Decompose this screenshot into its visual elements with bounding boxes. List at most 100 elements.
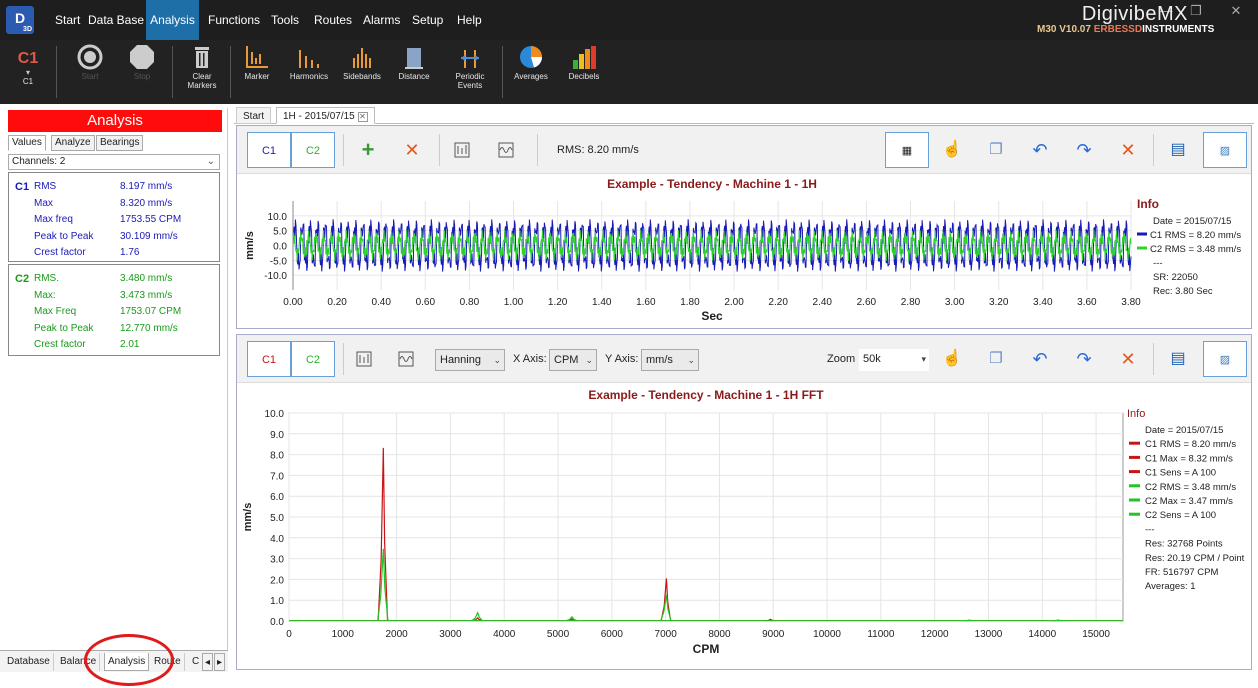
menu-tools[interactable]: Tools — [265, 0, 305, 40]
table-view-icon[interactable]: ▦ — [885, 132, 929, 168]
x-tick-label: 1000 — [332, 629, 355, 640]
tab-analyze[interactable]: Analyze — [51, 135, 95, 151]
harmonics-button[interactable]: Harmonics — [288, 44, 330, 102]
x-tick-label: 2.00 — [724, 297, 744, 308]
y-tick-label: 7.0 — [270, 471, 284, 482]
marker-label: Marker — [244, 72, 270, 81]
copy-icon[interactable]: ❐ — [985, 132, 1007, 168]
clear-icon[interactable]: ✕ — [1117, 132, 1139, 168]
copy-icon[interactable]: ❐ — [985, 341, 1007, 377]
fft-spectrum-chart: Example - Tendency - Machine 1 - 1H FFT 0… — [242, 388, 1245, 656]
hand-icon[interactable]: ☝ — [941, 132, 963, 168]
averages-button[interactable]: Averages — [512, 44, 550, 102]
x-axis-label: CPM — [693, 642, 720, 656]
c1-metric-name: Max freq — [34, 214, 73, 225]
x-tick-label: 0.00 — [283, 297, 303, 308]
expand-panel-icon[interactable]: ▨ — [1203, 132, 1247, 168]
decibels-button[interactable]: Decibels — [566, 44, 602, 102]
c2-metric-name: Max Freq — [34, 306, 77, 317]
menu-analysis[interactable]: Analysis — [146, 0, 199, 40]
remove-icon[interactable]: ✕ — [401, 132, 423, 168]
marker-button[interactable]: Marker — [240, 44, 274, 102]
window-select[interactable]: Hanning ⌄ — [435, 349, 505, 371]
distance-button[interactable]: Distance — [396, 44, 432, 102]
y-tick-label: 9.0 — [270, 430, 284, 441]
menu-setup[interactable]: Setup — [406, 0, 449, 40]
channels-select[interactable]: Channels: 2 ⌄ — [8, 154, 220, 170]
expand-panel-icon[interactable]: ▨ — [1203, 341, 1247, 377]
zoom-select[interactable]: 50k ▾ — [859, 349, 929, 371]
stop-button[interactable]: Stop — [126, 44, 158, 102]
export-icon[interactable]: ▤ — [1167, 341, 1189, 377]
start-button[interactable]: Start — [72, 44, 108, 102]
x-tick-label: 2.40 — [813, 297, 833, 308]
wave-view-icon[interactable] — [495, 132, 517, 168]
menu-help[interactable]: Help — [451, 0, 488, 40]
chart-title: Example - Tendency - Machine 1 - 1H FFT — [588, 388, 824, 402]
c1-toggle-button[interactable]: C1 — [247, 132, 291, 168]
channel-selector[interactable]: C1 ▾ C1 — [14, 44, 42, 102]
fft-panel: C1 C2 Hanning ⌄ X Axis: CPM ⌄ Y Axis: mm/s… — [236, 334, 1252, 670]
clear-icon[interactable]: ✕ — [1117, 341, 1139, 377]
menu-start[interactable]: Start — [49, 0, 86, 40]
x-axis-select[interactable]: CPM ⌄ — [549, 349, 597, 371]
periodic-events-button[interactable]: Periodic Events — [450, 44, 490, 102]
y-tick-label: 10.0 — [268, 212, 288, 223]
doc-tab-1h[interactable]: 1H - 2015/07/15 ✕ — [276, 107, 375, 124]
periodic-events-label: Periodic Events — [455, 72, 485, 90]
time-waveform-panel: C1 C2 + ✕ RMS: 8.20 mm/s ▦ ☝ ❐ ↶ ↷ ✕ ▤ ▨… — [236, 125, 1252, 329]
redo-icon[interactable]: ↷ — [1073, 341, 1095, 377]
bottom-tab-database[interactable]: Database — [4, 653, 54, 671]
redo-icon[interactable]: ↷ — [1073, 132, 1095, 168]
x-tick-label: 3.20 — [989, 297, 1009, 308]
tab-values[interactable]: Values — [8, 135, 46, 151]
x-tick-label: 0.20 — [327, 297, 347, 308]
tab-close-icon[interactable]: ✕ — [357, 112, 368, 122]
x-tick-label: 2.20 — [768, 297, 788, 308]
scroll-left-icon[interactable]: ◂ — [202, 653, 214, 671]
menu-alarms[interactable]: Alarms — [357, 0, 406, 40]
doc-tab-start[interactable]: Start — [236, 107, 272, 124]
brand-company-suffix: INSTRUMENTS — [1142, 24, 1215, 35]
tab-bearings[interactable]: Bearings — [96, 135, 144, 151]
view-icon[interactable] — [353, 341, 375, 377]
x-tick-label: 0.60 — [416, 297, 436, 308]
c2-toggle-button[interactable]: C2 — [291, 132, 335, 168]
scroll-right-icon[interactable]: ▸ — [214, 653, 226, 671]
y-axis-label: Y Axis: — [605, 353, 639, 365]
add-icon[interactable]: + — [357, 132, 379, 168]
doc-tab-1h-label: 1H - 2015/07/15 — [283, 111, 355, 122]
clear-markers-button[interactable]: Clear Markers — [184, 44, 220, 102]
close-icon[interactable]: ✕ — [1226, 4, 1246, 18]
y-axis-select[interactable]: mm/s ⌄ — [641, 349, 699, 371]
menu-routes[interactable]: Routes — [308, 0, 358, 40]
info-title: Info — [1137, 197, 1159, 211]
sidebands-button[interactable]: Sidebands — [342, 44, 382, 102]
menu-bar: D 3D Start Data Base Analysis Functions T… — [0, 0, 1258, 40]
stop-icon — [130, 45, 154, 69]
export-icon[interactable]: ▤ — [1167, 132, 1189, 168]
info-line: Date = 2015/07/15 — [1153, 216, 1231, 227]
y-tick-label: 5.0 — [270, 513, 284, 524]
wave-view-icon[interactable] — [395, 341, 417, 377]
y-tick-label: 8.0 — [270, 451, 284, 462]
c2-metric-value: 3.473 mm/s — [120, 289, 173, 301]
highlight-annotation — [84, 634, 174, 686]
undo-icon[interactable]: ↶ — [1029, 341, 1051, 377]
periodic-events-icon — [461, 50, 479, 68]
menu-functions[interactable]: Functions — [202, 0, 266, 40]
fft-toolbar: C1 C2 Hanning ⌄ X Axis: CPM ⌄ Y Axis: mm/s… — [237, 335, 1251, 383]
c1-toggle-button[interactable]: C1 — [247, 341, 291, 377]
c2-toggle-button[interactable]: C2 — [291, 341, 335, 377]
info-line: C1 RMS = 8.20 mm/s — [1145, 439, 1236, 450]
distance-label: Distance — [398, 72, 430, 81]
menu-database[interactable]: Data Base — [82, 0, 150, 40]
undo-icon[interactable]: ↶ — [1029, 132, 1051, 168]
view-icon[interactable] — [451, 132, 473, 168]
x-tick-label: 11000 — [867, 629, 895, 640]
y-tick-label: 10.0 — [265, 409, 285, 420]
app-window: D 3D Start Data Base Analysis Functions T… — [0, 0, 1258, 688]
hand-icon[interactable]: ☝ — [941, 341, 963, 377]
c1-label: C1 — [15, 181, 30, 193]
restore-icon[interactable]: ❐ — [1186, 4, 1206, 18]
